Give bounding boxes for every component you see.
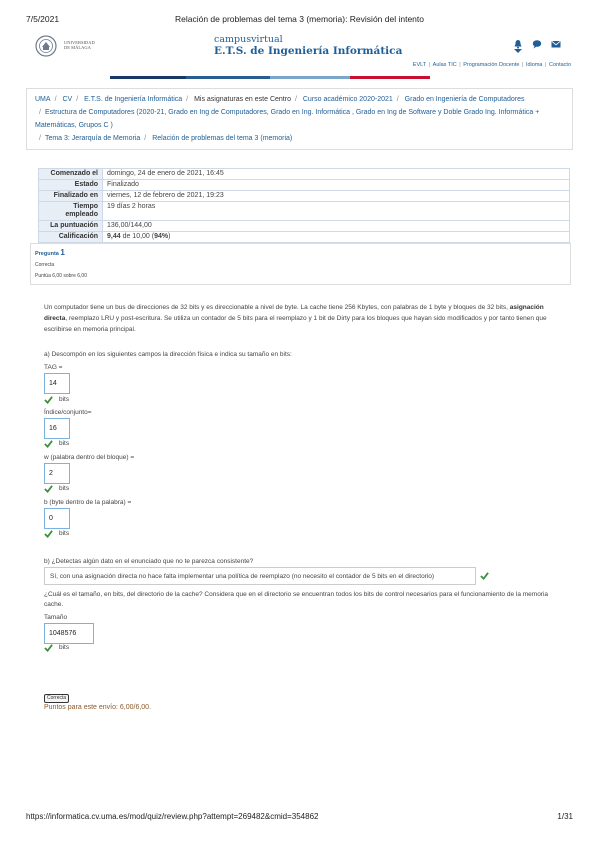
check-icon	[480, 572, 489, 580]
field-label-indice: Índice/conjunto=	[44, 409, 92, 416]
uma-logo[interactable]: UNIVERSIDAD DE MÁLAGA	[34, 34, 95, 58]
summary-label: La puntuación	[38, 220, 103, 232]
unit-label: bits	[59, 440, 70, 447]
grade-value: 9,44 de 10,00 (94%)	[102, 231, 570, 243]
summary-value: 19 días 2 horas	[102, 201, 570, 221]
summary-row: Estado Finalizado	[38, 179, 570, 191]
breadcrumb: UMA / CV / E.T.S. de Ingeniería Informátic…	[26, 88, 573, 150]
summary-row: La puntuación 136,00/144,00	[38, 220, 570, 232]
brand-line2: E.T.S. de Ingeniería Informática	[214, 45, 403, 57]
print-title: Relación de problemas del tema 3 (memori…	[175, 14, 424, 24]
header-color-bar	[26, 76, 573, 79]
crumb-uma[interactable]: UMA	[35, 96, 51, 103]
summary-row: Finalizado en viernes, 12 de febrero de 2…	[38, 190, 570, 202]
check-icon	[44, 644, 53, 652]
question-mark: Puntúa 6,00 sobre 6,00	[35, 273, 87, 279]
link-evlt[interactable]: EVLT	[413, 62, 426, 68]
logo-text: UNIVERSIDAD DE MÁLAGA	[64, 40, 95, 50]
field-label-w: w (palabra dentro del bloque) =	[44, 454, 135, 461]
crumb-mis-asignaturas: Mis asignaturas en este Centro	[194, 96, 291, 103]
summary-value: domingo, 24 de enero de 2021, 16:45	[102, 168, 570, 180]
chevron-down-icon[interactable]	[514, 49, 522, 53]
unit-label: bits	[59, 644, 70, 651]
part-b-answer-input[interactable]: Sí, con una asignación directa no hace f…	[44, 567, 476, 585]
attempt-summary-table: Comenzado el domingo, 24 de enero de 2021…	[38, 168, 570, 243]
header-icons	[513, 36, 561, 53]
unit-label: bits	[59, 485, 70, 492]
site-header: UNIVERSIDAD DE MÁLAGA campusvirtual E.T.…	[26, 32, 573, 62]
question-state: Correcta	[35, 262, 55, 268]
w-answer-input[interactable]: 2	[44, 463, 70, 484]
print-header: 7/5/2021 Relación de problemas del tema …	[26, 14, 573, 26]
summary-row: Calificación 9,44 de 10,00 (94%)	[38, 231, 570, 243]
field-label-tag: TAG =	[44, 364, 63, 371]
summary-label: Calificación	[38, 231, 103, 243]
brand-line1: campusvirtual	[214, 34, 283, 45]
summary-value: Finalizado	[102, 179, 570, 191]
chat-icon[interactable]	[532, 36, 542, 49]
mail-icon[interactable]	[551, 36, 561, 48]
unit-label: bits	[59, 396, 70, 403]
part-c-prompt: ¿Cuál es el tamaño, en bits, del directo…	[44, 591, 549, 608]
field-label-b: b (byte dentro de la palabra) =	[44, 499, 132, 506]
check-icon	[44, 396, 53, 404]
color-bar-segment	[270, 76, 350, 79]
size-label: Tamaño	[44, 614, 68, 621]
color-bar-segment	[26, 76, 110, 79]
summary-value: 136,00/144,00	[102, 220, 570, 232]
quick-links: EVLT | Aulas TIC | Programación Docente …	[412, 62, 571, 68]
link-idioma[interactable]: Idioma	[526, 62, 543, 68]
summary-row: Comenzado el domingo, 24 de enero de 2021…	[38, 168, 570, 180]
crumb-curso[interactable]: Curso académico 2020-2021	[303, 96, 393, 103]
part-b-prompt: b) ¿Detectas algún dato en el enunciado …	[44, 558, 254, 565]
points-feedback: Puntos para este envío: 6,00/6,00.	[44, 704, 152, 711]
summary-label: Estado	[38, 179, 103, 191]
summary-label: Comenzado el	[38, 168, 103, 180]
part-a-prompt: a) Descompón en los siguientes campos la…	[44, 351, 292, 358]
correct-badge: Correcta	[44, 694, 70, 703]
link-programacion-docente[interactable]: Programación Docente	[463, 62, 519, 68]
bell-icon[interactable]	[513, 36, 523, 53]
crumb-tema[interactable]: Tema 3: Jerarquía de Memoria	[45, 135, 140, 142]
question-number: Pregunta 1	[35, 248, 65, 257]
uma-seal-icon	[35, 35, 57, 57]
summary-value: viernes, 12 de febrero de 2021, 19:23	[102, 190, 570, 202]
print-footer: https://informatica.cv.uma.es/mod/quiz/r…	[26, 812, 573, 824]
check-icon	[44, 530, 53, 538]
color-bar-segment	[350, 76, 430, 79]
print-url: https://informatica.cv.uma.es/mod/quiz/r…	[26, 812, 319, 821]
site-brand[interactable]: campusvirtual E.T.S. de Ingeniería Infor…	[214, 34, 402, 57]
indice-answer-input[interactable]: 16	[44, 418, 70, 439]
color-bar-segment	[110, 76, 186, 79]
summary-label: Finalizado en	[38, 190, 103, 202]
crumb-grado[interactable]: Grado en Ingeniería de Computadores	[405, 96, 525, 103]
summary-row: Tiempo empleado 19 días 2 horas	[38, 201, 570, 221]
question-info-box: Pregunta 1 Correcta Puntúa 6,00 sobre 6,…	[30, 243, 571, 285]
check-icon	[44, 485, 53, 493]
crumb-etsi[interactable]: E.T.S. de Ingeniería Informática	[84, 96, 182, 103]
link-aulas-tic[interactable]: Aulas TIC	[433, 62, 457, 68]
link-contacto[interactable]: Contacto	[549, 62, 571, 68]
crumb-relacion[interactable]: Relación de problemas del tema 3 (memori…	[152, 135, 292, 142]
directory-size-input[interactable]: 1048576	[44, 623, 94, 644]
question-text: Un computador tiene un bus de direccione…	[44, 304, 547, 333]
crumb-cv[interactable]: CV	[62, 96, 72, 103]
tag-answer-input[interactable]: 14	[44, 373, 70, 394]
color-bar-segment	[186, 76, 270, 79]
summary-label: Tiempo empleado	[38, 201, 103, 221]
unit-label: bits	[59, 530, 70, 537]
check-icon	[44, 440, 53, 448]
print-page-number: 1/31	[557, 812, 573, 821]
b-answer-input[interactable]: 0	[44, 508, 70, 529]
crumb-asignatura[interactable]: Estructura de Computadores (2020-21, Gra…	[35, 109, 539, 129]
